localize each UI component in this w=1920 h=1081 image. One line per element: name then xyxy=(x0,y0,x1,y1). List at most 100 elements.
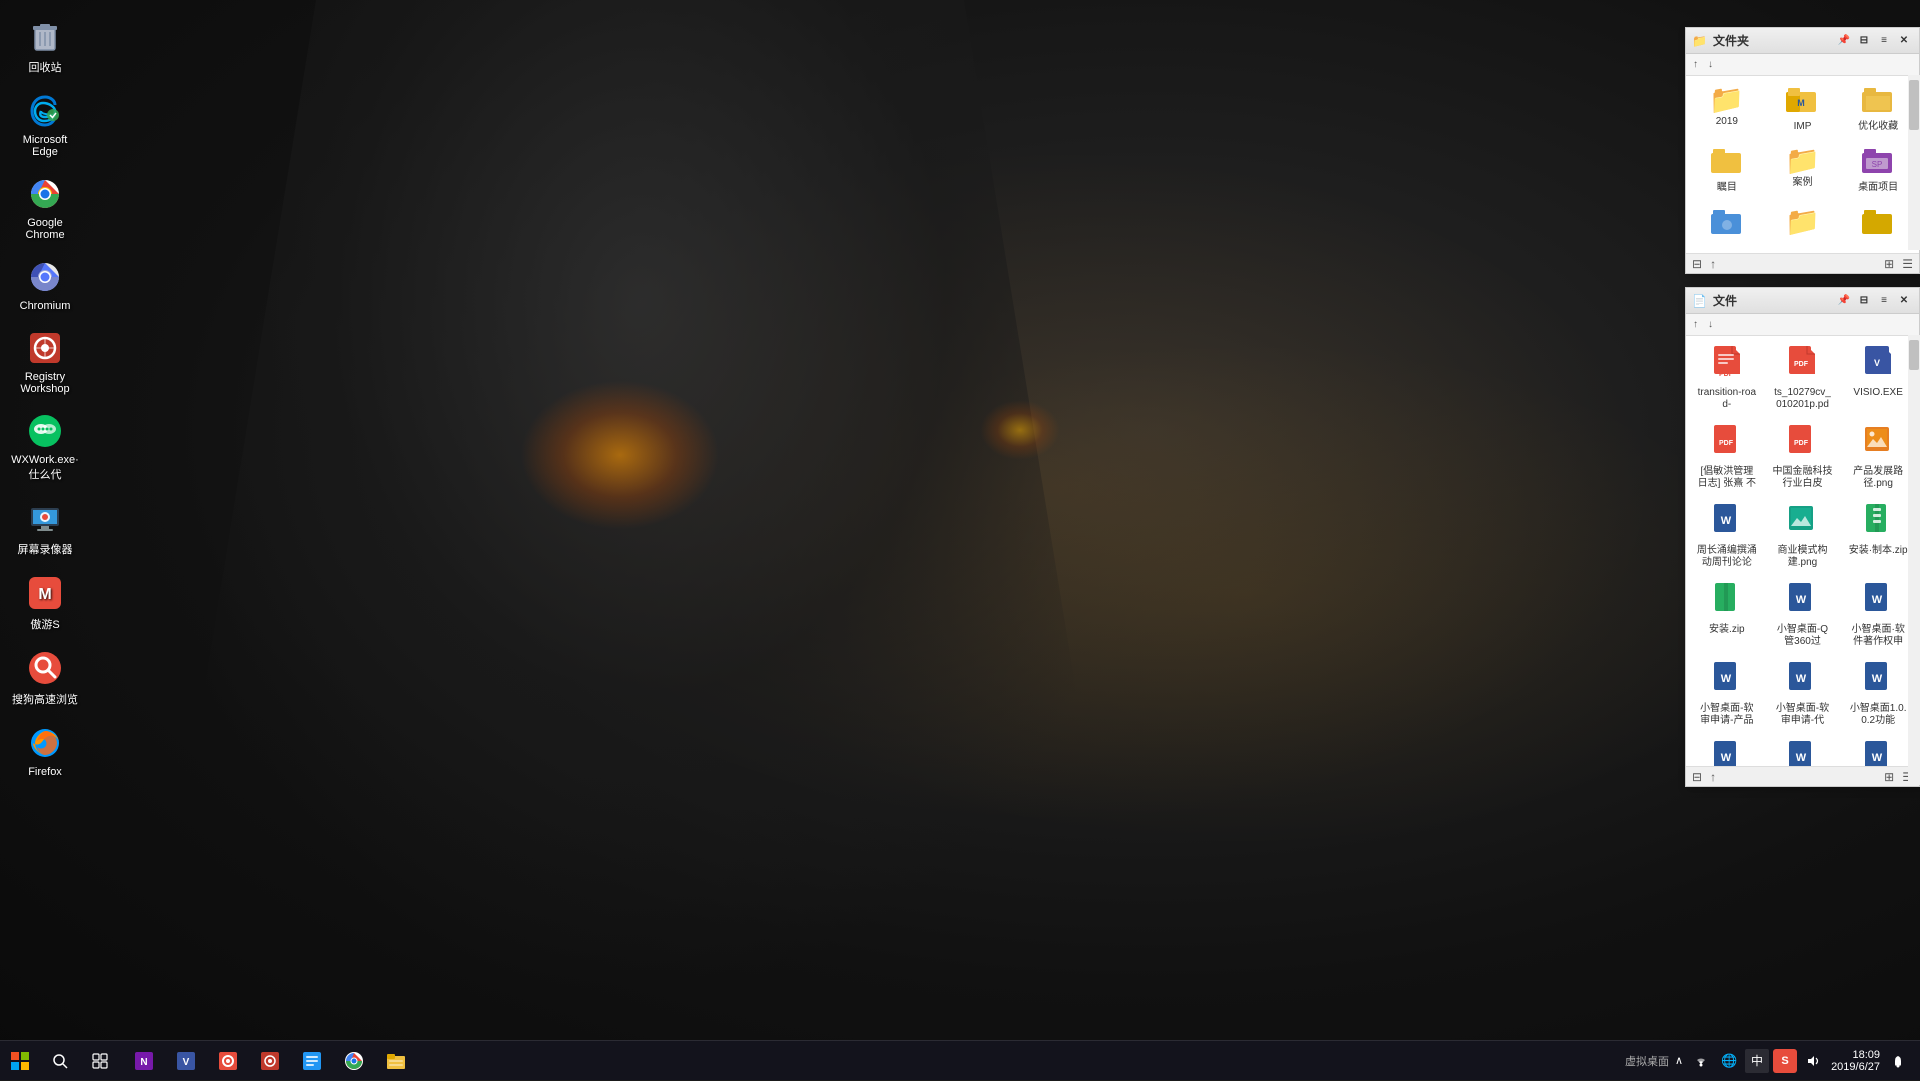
menu-button-2[interactable]: ≡ xyxy=(1875,293,1893,309)
file-item-special3[interactable] xyxy=(1843,204,1913,247)
svg-text:V: V xyxy=(183,1057,190,1068)
pdf-transition-label: transition-road- xyxy=(1697,387,1757,411)
desktop-icon-sogou[interactable]: 搜狗高速浏览 xyxy=(5,642,85,713)
file-item-pdf-jinguan[interactable]: PDF [倡敏洪管理日志] 张熹 不 xyxy=(1692,421,1762,494)
pin-button-2[interactable]: 📌 xyxy=(1835,293,1853,309)
taskbar-search-button[interactable] xyxy=(40,1041,80,1081)
task-view-button[interactable] xyxy=(80,1041,120,1081)
desktop-icon-firefox[interactable]: Firefox xyxy=(5,717,85,784)
minimize-button-1[interactable]: ⊟ xyxy=(1855,33,1873,49)
file-item-img-shangye[interactable]: 商业模式构建.png xyxy=(1768,500,1838,573)
tray-expand-icon[interactable]: ∧ xyxy=(1675,1054,1683,1067)
file-icons-grid-2: PDF transition-road- PDF ts_10279cv_0102… xyxy=(1692,342,1913,766)
taskbar-onenote[interactable]: N xyxy=(124,1041,164,1081)
svg-text:W: W xyxy=(1872,594,1883,606)
word-xzq2-label: 小智桌面·软件著作权申 xyxy=(1848,624,1908,648)
minimize-button-2[interactable]: ⊟ xyxy=(1855,293,1873,309)
file-item-word-xzq8[interactable]: W 小智桌面 xyxy=(1843,737,1913,766)
scrollbar-1[interactable] xyxy=(1908,75,1920,250)
desktop-icon-google-chrome[interactable]: Google Chrome xyxy=(5,168,85,247)
desktop-icon-registry-workshop[interactable]: Registry Workshop xyxy=(5,322,85,401)
notification-center-icon[interactable] xyxy=(1886,1049,1910,1073)
desktop-icon-edge[interactable]: Microsoft Edge xyxy=(5,85,85,164)
start-button[interactable] xyxy=(0,1041,40,1081)
taskbar-reader[interactable] xyxy=(292,1041,332,1081)
file-item-special2[interactable]: 📁 xyxy=(1768,204,1838,247)
toolbar-btn-up-1[interactable]: ↑ xyxy=(1690,58,1701,71)
menu-button-1[interactable]: ≡ xyxy=(1875,33,1893,49)
desktop-icon-chromium[interactable]: Chromium xyxy=(5,251,85,318)
tray-network-icon[interactable]: 🌐 xyxy=(1717,1049,1741,1073)
desktop-icon-screen-recorder[interactable]: 屏幕录像器 xyxy=(5,492,85,563)
taskbar-visio[interactable]: V xyxy=(166,1041,206,1081)
scrollbar-thumb-1[interactable] xyxy=(1909,80,1919,130)
file-item-visio[interactable]: V VISIO.EXE xyxy=(1843,342,1913,415)
file-item-pdf-zhongguo[interactable]: PDF 中国金融科技行业白皮 xyxy=(1768,421,1838,494)
virtual-desktop-label: 虚拟桌面 xyxy=(1625,1053,1669,1069)
file-icons-grid-1: 📁 2019 M IMP xyxy=(1692,82,1913,247)
file-item-zhuyi[interactable]: 瞩目 xyxy=(1692,143,1762,198)
view-grid-icon-1[interactable]: ⊞ xyxy=(1884,257,1894,271)
pin-button-1[interactable]: 📌 xyxy=(1835,33,1853,49)
taskbar-app-red[interactable] xyxy=(208,1041,248,1081)
status-icon-2b[interactable]: ↑ xyxy=(1710,770,1716,784)
view-grid-icon-2[interactable]: ⊞ xyxy=(1884,770,1894,784)
file-item-pdf-ts[interactable]: PDF ts_10279cv_010201p.pd xyxy=(1768,342,1838,415)
toolbar-btn-down-1[interactable]: ↓ xyxy=(1705,58,1716,71)
firefox-label: Firefox xyxy=(28,766,62,778)
file-item-word-xzq4[interactable]: W 小智桌面-软审申请-代 xyxy=(1768,658,1838,731)
file-item-img-chanpin[interactable]: 产品发展路径.png xyxy=(1843,421,1913,494)
toolbar-btn-down-2[interactable]: ↓ xyxy=(1705,318,1716,331)
file-item-word-xzq5[interactable]: W 小智桌面1.0.0.2功能 xyxy=(1843,658,1913,731)
tray-lang-cn[interactable]: 中 xyxy=(1745,1049,1769,1073)
desktop-icon-recycle-bin[interactable]: 回收站 xyxy=(5,10,85,81)
file-window-files: 📄 文件 📌 ⊟ ≡ ✕ ↑ ↓ xyxy=(1685,287,1920,787)
status-icon-2a[interactable]: ⊟ xyxy=(1692,770,1702,784)
folder-zhuyi-icon xyxy=(1711,147,1743,180)
word-xzq5-label: 小智桌面1.0.0.2功能 xyxy=(1848,703,1908,727)
view-list-icon-1[interactable]: ☰ xyxy=(1902,257,1913,271)
desktop-icon-wxwork[interactable]: WXWork.exe·仕么代 xyxy=(5,405,85,488)
status-icon-1b[interactable]: ↑ xyxy=(1710,257,1716,271)
file-item-special1[interactable] xyxy=(1692,204,1762,247)
file-window-folders: 📁 文件夹 📌 ⊟ ≡ ✕ ↑ ↓ 📁 2019 xyxy=(1685,27,1920,274)
pdf-transition-icon: PDF xyxy=(1712,346,1742,385)
folder-desktop-label: 桌面项目 xyxy=(1858,182,1898,194)
word-zhouchang-label: 周长涌编撰涌动周刊论论 xyxy=(1697,545,1757,569)
file-item-word-xzq7[interactable]: W 小柘桌面官 xyxy=(1768,737,1838,766)
file-item-word-xzq1[interactable]: W 小智桌面-Q管360过 xyxy=(1768,579,1838,652)
folder-desktop-icon: SP xyxy=(1862,147,1894,180)
file-item-word-xzq3[interactable]: W 小智桌面-软审申请-产品 xyxy=(1692,658,1762,731)
file-item-desktop-img[interactable]: SP 桌面项目 xyxy=(1843,143,1913,198)
scrollbar-2[interactable] xyxy=(1908,335,1920,785)
chromium-icon xyxy=(25,257,65,297)
file-window-1-content: 📁 2019 M IMP xyxy=(1686,76,1919,253)
taskbar-file-explorer[interactable] xyxy=(376,1041,416,1081)
file-item-zip-anzhuang[interactable]: 安装·制本.zip xyxy=(1843,500,1913,573)
file-item-youhua[interactable]: 优化收藏 xyxy=(1843,82,1913,137)
tray-wifi-icon[interactable] xyxy=(1689,1049,1713,1073)
file-item-pdf-transition[interactable]: PDF transition-road- xyxy=(1692,342,1762,415)
file-item-2019[interactable]: 📁 2019 xyxy=(1692,82,1762,137)
svg-text:PDF: PDF xyxy=(1794,440,1809,447)
file-item-word-zhouchang[interactable]: W 周长涌编撰涌动周刊论论 xyxy=(1692,500,1762,573)
scrollbar-thumb-2[interactable] xyxy=(1909,340,1919,370)
taskbar-registry-workshop[interactable] xyxy=(250,1041,290,1081)
svg-text:W: W xyxy=(1872,752,1883,764)
file-item-zip2[interactable]: 安装.zip xyxy=(1692,579,1762,652)
file-item-imp[interactable]: M IMP xyxy=(1768,82,1838,137)
tray-sogou[interactable]: S xyxy=(1773,1049,1797,1073)
file-item-word-xzq6[interactable]: W 小智桌面 xyxy=(1692,737,1762,766)
file-item-word-xzq2[interactable]: W 小智桌面·软件著作权申 xyxy=(1843,579,1913,652)
status-icon-1a[interactable]: ⊟ xyxy=(1692,257,1702,271)
svg-text:W: W xyxy=(1721,752,1732,764)
file-window-2-statusbar: ⊟ ↑ ⊞ ☰ xyxy=(1686,766,1919,786)
close-button-1[interactable]: ✕ xyxy=(1895,33,1913,49)
taskbar-clock[interactable]: 18:09 2019/6/27 xyxy=(1831,1049,1880,1073)
desktop-icon-maxs[interactable]: M 傲游S xyxy=(5,567,85,638)
file-item-anli[interactable]: 📁 案例 xyxy=(1768,143,1838,198)
tray-volume-icon[interactable] xyxy=(1801,1049,1825,1073)
toolbar-btn-up-2[interactable]: ↑ xyxy=(1690,318,1701,331)
close-button-2[interactable]: ✕ xyxy=(1895,293,1913,309)
taskbar-chrome[interactable] xyxy=(334,1041,374,1081)
